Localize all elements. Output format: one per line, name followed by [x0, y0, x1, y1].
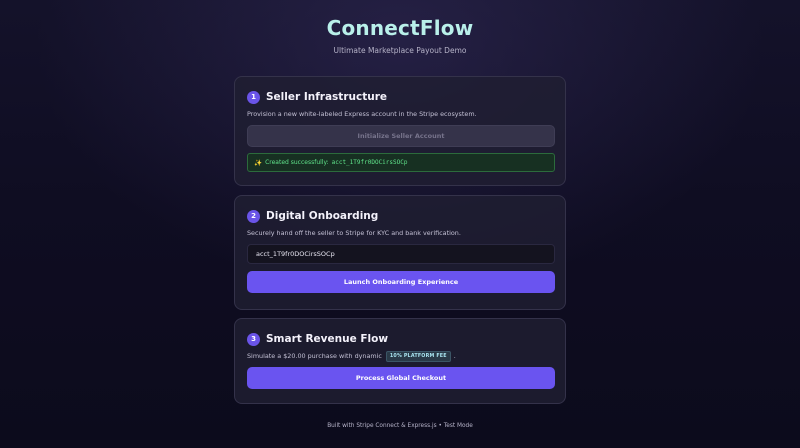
- step-header: 2 Digital Onboarding: [247, 208, 553, 224]
- step-number-badge: 2: [247, 209, 260, 223]
- footer-text: Built with Stripe Connect & Express.js •…: [327, 423, 473, 429]
- account-id-input[interactable]: [247, 244, 555, 264]
- description-prefix: Simulate a $20.00 purchase with dynamic: [247, 352, 382, 360]
- step-title: Digital Onboarding: [266, 210, 379, 222]
- launch-onboarding-button[interactable]: Launch Onboarding Experience: [247, 271, 555, 293]
- step-description: Provision a new white-labeled Express ac…: [247, 110, 477, 118]
- description-suffix: .: [453, 352, 456, 360]
- step-title: Seller Infrastructure: [266, 91, 387, 103]
- step-header: 3 Smart Revenue Flow: [247, 331, 553, 347]
- step-card-seller-infrastructure: 1 Seller Infrastructure Provision a new …: [234, 76, 566, 186]
- app-subtitle: Ultimate Marketplace Payout Demo: [333, 46, 467, 55]
- sparkles-icon: ✨: [254, 158, 263, 167]
- app-title: ConnectFlow: [326, 16, 474, 40]
- app-root: ConnectFlow Ultimate Marketplace Payout …: [0, 0, 800, 448]
- step-description: Securely hand off the seller to Stripe f…: [247, 229, 461, 237]
- process-checkout-button[interactable]: Process Global Checkout: [247, 367, 555, 389]
- success-prefix: Created successfully:: [265, 159, 329, 166]
- step-description: Simulate a $20.00 purchase with dynamic …: [247, 351, 553, 362]
- step-title: Smart Revenue Flow: [266, 333, 389, 345]
- step-number-badge: 3: [247, 332, 260, 346]
- step-number-badge: 1: [247, 90, 260, 104]
- step-header: 1 Seller Infrastructure: [247, 89, 553, 105]
- success-message: ✨ Created successfully: acct_1T9fr0DOCir…: [247, 153, 555, 172]
- initialize-seller-account-button[interactable]: Initialize Seller Account: [247, 125, 555, 147]
- step-card-digital-onboarding: 2 Digital Onboarding Securely hand off t…: [234, 195, 566, 310]
- created-account-id: acct_1T9fr0DOCirsSOCp: [331, 159, 408, 166]
- platform-fee-badge: 10% PLATFORM FEE: [385, 351, 451, 362]
- step-card-smart-revenue-flow: 3 Smart Revenue Flow Simulate a $20.00 p…: [234, 318, 566, 404]
